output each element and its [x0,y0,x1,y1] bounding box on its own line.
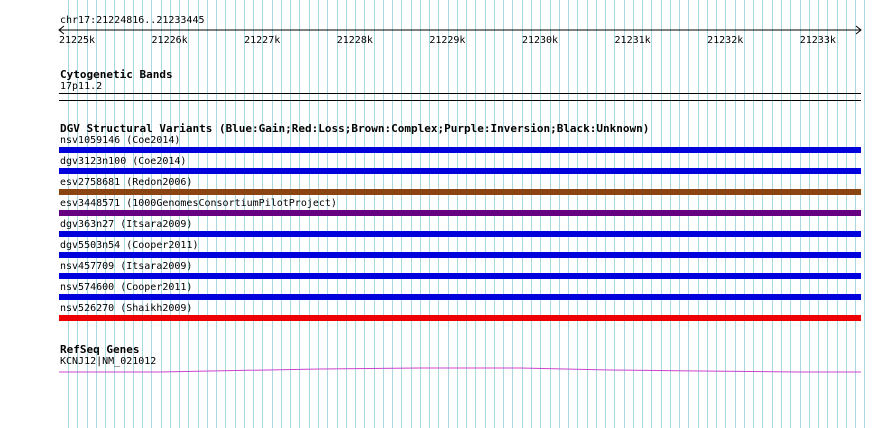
genome-browser-panel: chr17:21224816..21233445 21225k 21226k 212… [0,0,890,428]
gene-model[interactable] [0,0,890,428]
